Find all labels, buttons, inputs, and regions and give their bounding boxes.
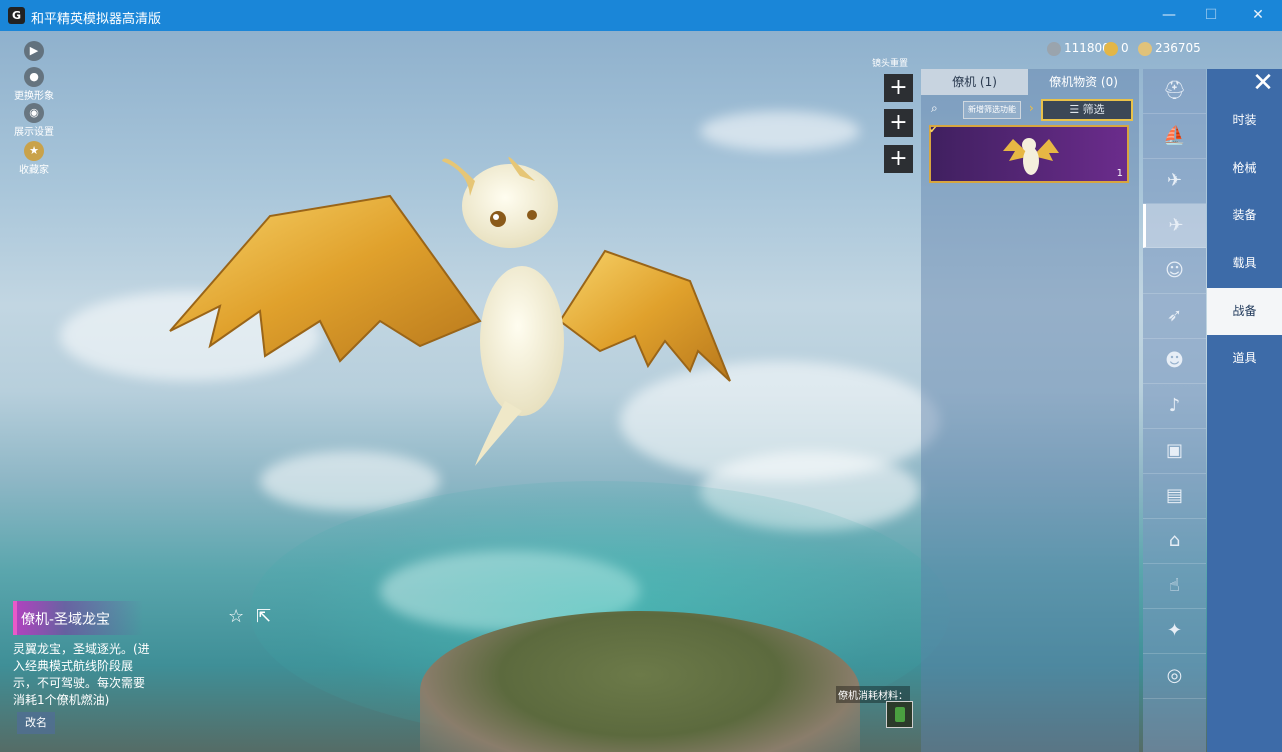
change-avatar-button[interactable]: ● 更换形象 [10, 67, 58, 102]
ship-icon[interactable]: ⛵ [1143, 114, 1206, 159]
dragon-thumbnail [1003, 138, 1059, 175]
filter-icon: ☰ [1069, 103, 1083, 116]
avatar-icon: ● [24, 67, 44, 87]
currency-silver[interactable]: 111800 [1047, 41, 1110, 56]
collector-badge-icon: ★ [24, 141, 44, 161]
window-title: 和平精英模拟器高清版 [31, 12, 162, 27]
dragon-eye [527, 210, 537, 220]
category-guns[interactable]: 枪械 [1207, 145, 1282, 192]
drone-icon[interactable]: ✈ [1143, 159, 1206, 204]
filter-button[interactable]: ☰ 筛选 [1041, 99, 1133, 121]
collector-label: 收藏家 [19, 165, 49, 176]
inventory-panel: 僚机 (1) 僚机物资 (0) ⌕ 新增筛选功能 › ☰ 筛选 ✔ 1 [921, 69, 1139, 752]
speaker-icon[interactable]: ♪ [1143, 384, 1206, 429]
star-icon[interactable]: ☆ [228, 606, 244, 627]
share-icon[interactable]: ⇱ [256, 606, 271, 627]
rename-button[interactable]: 改名 [17, 712, 55, 734]
tab-wingman[interactable]: 僚机 (1) [921, 69, 1028, 95]
currency-value: 111800 [1064, 41, 1110, 55]
currency-coupon[interactable]: 236705 [1138, 41, 1201, 56]
minimize-button[interactable]: — [1160, 6, 1178, 24]
selected-check-icon: ✔ [929, 125, 938, 136]
category-column: 时装 枪械 装备 载具 战备 道具 [1207, 69, 1282, 752]
plane-icon[interactable]: ✈ [1143, 204, 1206, 248]
category-items[interactable]: 道具 [1207, 335, 1282, 382]
play-animation-button[interactable]: ▶ [10, 41, 58, 61]
ufo-icon[interactable]: ◎ [1143, 654, 1206, 699]
left-wing [169, 194, 482, 363]
chevron-right-icon: › [1029, 101, 1034, 115]
play-icon: ▶ [24, 41, 44, 61]
dragon-pet-model[interactable] [150, 121, 740, 471]
search-icon[interactable]: ⌕ [931, 101, 938, 116]
filter-bar: ⌕ 新增筛选功能 › ☰ 筛选 [925, 99, 1135, 121]
fuel-item-icon[interactable] [886, 701, 913, 728]
filter-label: 筛选 [1082, 103, 1105, 116]
glider-icon[interactable]: ➶ [1143, 294, 1206, 339]
left-horn [442, 158, 475, 196]
new-filter-button[interactable]: 新增筛选功能 [963, 101, 1021, 119]
gold-token-icon [1104, 41, 1118, 56]
inventory-item-slot[interactable]: ✔ 1 [929, 125, 1129, 183]
photo-icon[interactable]: ▤ [1143, 474, 1206, 519]
tab-wingman-supplies[interactable]: 僚机物资 (0) [1028, 69, 1139, 95]
dragon-head [462, 164, 558, 248]
gesture-icon[interactable]: ☝ [1143, 564, 1206, 609]
right-wing [558, 249, 731, 382]
app-logo-icon: G [8, 7, 25, 24]
currency-value: 0 [1121, 41, 1129, 55]
smile-icon[interactable]: ☺ [1143, 249, 1206, 294]
currency-gold[interactable]: 0 [1104, 41, 1129, 56]
category-vehicles[interactable]: 载具 [1207, 240, 1282, 287]
change-avatar-label: 更换形象 [14, 91, 54, 102]
subcategory-icon-column: ⛑ ⛵ ✈ ✈ ☺ ➶ ☻ ♪ ▣ ▤ ⌂ ☝ ✦ ◎ [1143, 69, 1206, 752]
item-count: 1 [1116, 168, 1123, 179]
category-battle-prep[interactable]: 战备 [1207, 288, 1282, 335]
silver-coin-icon [1047, 41, 1061, 56]
display-settings-label: 展示设置 [14, 127, 54, 138]
camera-reset-hint[interactable]: 镜头重置 [872, 56, 908, 69]
item-description: 灵翼龙宝，圣域逐光。(进入经典模式航线阶段展示，不可驾驶。每次需要消耗1个僚机燃… [13, 642, 150, 707]
window-close-button[interactable]: ✕ [1249, 6, 1267, 24]
magic-wand-icon[interactable]: ✦ [1143, 609, 1206, 654]
inventory-tabs: 僚机 (1) 僚机物资 (0) [921, 69, 1139, 95]
dragon-tail [475, 401, 522, 466]
add-slot-button[interactable]: + [884, 74, 913, 102]
close-icon[interactable]: ✕ [1248, 69, 1278, 99]
add-slot-button[interactable]: + [884, 145, 913, 173]
game-viewport[interactable]: ▶ ● 更换形象 ◉ 展示设置 ★ 收藏家 镜头重置 + + + 111800 … [0, 31, 1282, 752]
maximize-button[interactable]: ☐ [1202, 6, 1220, 24]
category-equipment[interactable]: 装备 [1207, 192, 1282, 239]
chat-icon[interactable]: ▣ [1143, 429, 1206, 474]
item-name: 僚机-圣域龙宝 [21, 612, 111, 628]
add-slot-button[interactable]: + [884, 109, 913, 137]
item-name-box: 僚机-圣域龙宝 [13, 601, 143, 635]
coupon-icon [1138, 41, 1152, 56]
category-fashion[interactable]: 时装 [1207, 97, 1282, 144]
dragon-body [480, 266, 564, 416]
window-titlebar: G 和平精英模拟器高清版 — ☐ ✕ [0, 0, 1282, 31]
display-settings-button[interactable]: ◉ 展示设置 [10, 103, 58, 138]
mask-icon[interactable]: ☻ [1143, 339, 1206, 384]
collector-button[interactable]: ★ 收藏家 [10, 141, 58, 176]
helmet-icon[interactable]: ⛑ [1143, 69, 1206, 114]
eye-icon: ◉ [24, 103, 44, 123]
extinguisher-icon[interactable]: ⌂ [1143, 519, 1206, 564]
currency-value: 236705 [1155, 41, 1201, 55]
